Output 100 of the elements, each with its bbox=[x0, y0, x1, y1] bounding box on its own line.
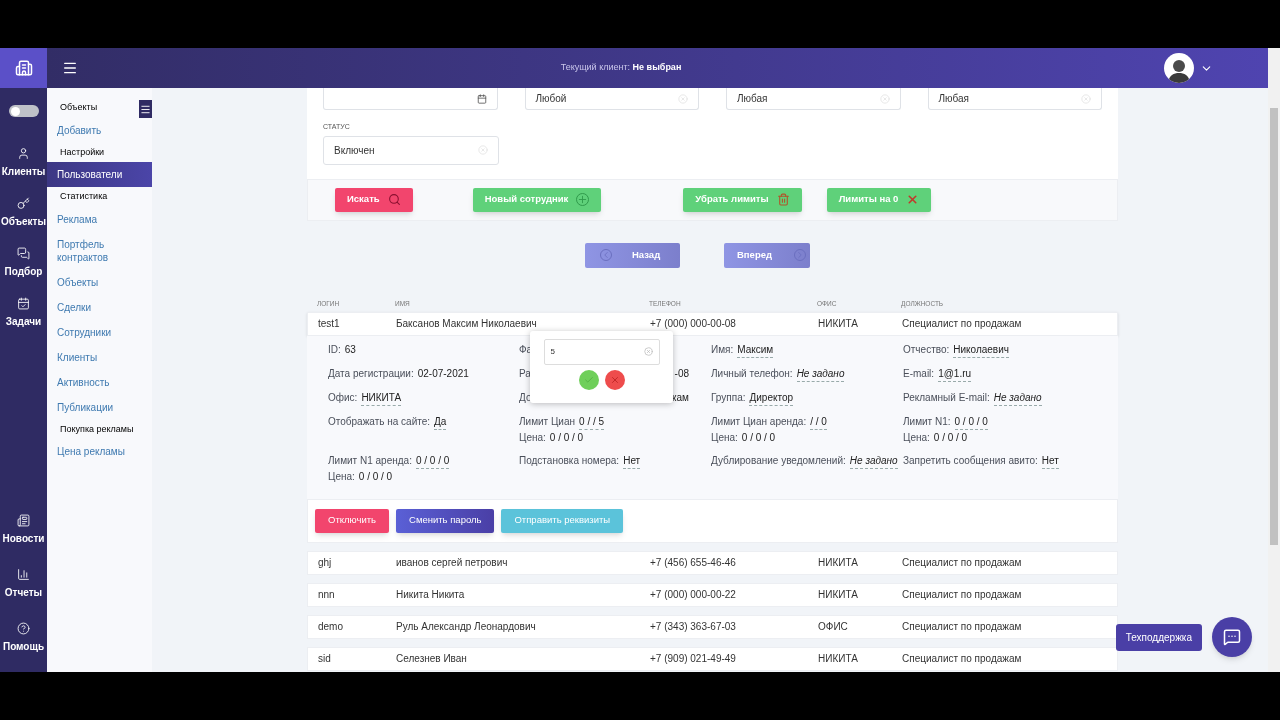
select-field[interactable]: Любая bbox=[726, 88, 901, 110]
field-value[interactable]: Максим bbox=[737, 341, 774, 358]
menu-icon[interactable] bbox=[62, 60, 78, 76]
rail-item[interactable]: Объекты bbox=[0, 197, 47, 229]
value-input[interactable]: 5 bbox=[543, 338, 660, 365]
key-icon bbox=[17, 197, 30, 210]
submenu-item[interactable]: Публикации bbox=[47, 394, 152, 420]
scrollbar-thumb[interactable] bbox=[1270, 108, 1278, 545]
chat-button[interactable] bbox=[1212, 617, 1252, 657]
status-select[interactable]: Включен bbox=[323, 135, 499, 165]
field-value: 0 / 0 / 0 bbox=[549, 430, 584, 445]
table-cell-text: ОФИС bbox=[818, 620, 849, 634]
field-value[interactable]: Николаевич bbox=[953, 341, 1009, 358]
field-label: Лимит Циан bbox=[519, 414, 576, 429]
table-cell-text: test1 bbox=[318, 317, 341, 331]
trash-icon bbox=[776, 193, 790, 206]
table-cell-text: +7 (456) 655-46-46 bbox=[650, 556, 737, 570]
rail-item[interactable]: Помощь bbox=[0, 622, 47, 654]
field-value[interactable]: 0 / 0 / 0 bbox=[954, 413, 988, 430]
field-label: Подстановка номера: bbox=[519, 453, 620, 468]
help-icon bbox=[17, 622, 30, 635]
submenu-item[interactable]: Портфель контрактов bbox=[47, 231, 152, 270]
submenu-item[interactable]: Сотрудники bbox=[47, 319, 152, 345]
search-icon bbox=[387, 193, 401, 206]
table-cell-text: иванов сергей петрович bbox=[396, 556, 509, 570]
action-button[interactable]: Искать bbox=[335, 187, 413, 212]
table-cell-text: НИКИТА bbox=[818, 652, 859, 666]
submenu-item[interactable]: Добавить bbox=[47, 117, 152, 143]
field-label: E-mail: bbox=[903, 366, 935, 381]
table-row[interactable]: ghj иванов сергей петрович +7 (456) 655-46-46 НИКИТА Специалист по продажам bbox=[307, 550, 1118, 575]
client-label: Текущий клиент: bbox=[560, 62, 632, 73]
table-row[interactable]: sid Селезнев Иван +7 (909) 021-49-49 НИКИТА Специалист по продажам bbox=[307, 646, 1118, 671]
chat-icon bbox=[17, 247, 30, 260]
calendar-check-icon bbox=[17, 297, 30, 310]
select-field[interactable]: Любой bbox=[524, 88, 699, 110]
field-value[interactable]: Не задано bbox=[796, 365, 845, 382]
menu-heading: Покупка рекламы bbox=[60, 422, 134, 436]
avatar[interactable] bbox=[1164, 53, 1194, 83]
table-cell-text: Специалист по продажам bbox=[902, 620, 1023, 634]
field-value[interactable]: Да bbox=[434, 413, 447, 430]
close-icon bbox=[609, 374, 620, 385]
field-label: Офис: bbox=[328, 390, 358, 405]
scrollbar[interactable] bbox=[1268, 48, 1280, 672]
table-cell-text: Никита Никита bbox=[396, 588, 466, 602]
toggle-switch[interactable] bbox=[8, 105, 39, 117]
field-value[interactable]: / / 0 bbox=[810, 413, 827, 430]
table-cell-text: +7 (909) 021-49-49 bbox=[650, 652, 737, 666]
submenu-item[interactable]: Пользователи bbox=[47, 162, 152, 187]
rail-item[interactable]: Новости bbox=[0, 514, 47, 546]
field-label: Дата регистрации: bbox=[328, 366, 414, 381]
table-cell-text: Специалист по продажам bbox=[902, 317, 1023, 331]
field-label: Группа: bbox=[711, 390, 746, 405]
date-field[interactable] bbox=[323, 88, 498, 110]
select-field[interactable]: Любая bbox=[927, 88, 1102, 110]
table-row[interactable]: demo Руль Александр Леонардович +7 (343) 363-67-03 ОФИС Специалист по продажам bbox=[307, 614, 1118, 639]
field-value[interactable]: Не задано bbox=[849, 452, 898, 469]
field-value[interactable]: НИКИТА bbox=[361, 389, 402, 406]
client-value: Не выбран bbox=[632, 62, 682, 73]
submenu-item[interactable]: Реклама bbox=[47, 206, 152, 232]
menu-heading: Объекты bbox=[60, 101, 98, 114]
submenu-item[interactable]: Объекты bbox=[47, 269, 152, 295]
table-cell-text: +7 (000) 000-00-08 bbox=[650, 317, 737, 331]
field-value[interactable]: 1@1.ru bbox=[938, 365, 972, 382]
field-value[interactable]: Нет bbox=[1041, 452, 1059, 469]
field-value: -08 bbox=[674, 366, 689, 381]
submenu-item[interactable]: Цена рекламы bbox=[47, 439, 152, 464]
submenu-item[interactable]: Сделки bbox=[47, 294, 152, 320]
clear-icon bbox=[643, 347, 653, 356]
logo[interactable] bbox=[0, 48, 47, 88]
field-value[interactable]: Директор bbox=[749, 389, 794, 406]
field-value[interactable]: 0 / 0 / 0 bbox=[415, 452, 450, 469]
newspaper-icon bbox=[17, 514, 30, 527]
field-value[interactable]: Нет bbox=[623, 452, 641, 469]
table-row[interactable]: nnn Никита Никита +7 (000) 000-00-22 НИКИТА Специалист по продажам bbox=[307, 582, 1118, 607]
table-cell-text: Специалист по продажам bbox=[902, 588, 1023, 602]
submenu-item[interactable]: Активность bbox=[47, 369, 152, 395]
submenu-item[interactable]: Клиенты bbox=[47, 344, 152, 370]
table-cell-text: +7 (343) 363-67-03 bbox=[650, 620, 737, 634]
field-label: Лимит N1: bbox=[903, 414, 951, 429]
table-cell-text: НИКИТА bbox=[818, 556, 859, 570]
rail-item[interactable]: Подбор bbox=[0, 247, 47, 279]
building-icon bbox=[14, 59, 33, 77]
table-cell-text: Руль Александр Леонардович bbox=[396, 620, 537, 634]
menu-toggle-button[interactable] bbox=[139, 100, 152, 118]
table-row[interactable]: test1 Баксанов Максим Николаевич +7 (000) 000-00-08 НИКИТА Специалист по продажам bbox=[307, 311, 1118, 336]
field-value[interactable]: Не задано bbox=[993, 389, 1042, 406]
rail-item[interactable]: Отчеты bbox=[0, 568, 47, 600]
rail-item[interactable]: Задачи bbox=[0, 297, 47, 329]
field-label: Лимит Циан аренда: bbox=[711, 414, 807, 429]
field-label: Имя: bbox=[711, 342, 734, 357]
rail-item[interactable]: Клиенты bbox=[0, 147, 47, 179]
field-label: Отображать на сайте: bbox=[328, 414, 431, 429]
cancel-button[interactable] bbox=[604, 369, 625, 390]
table-cell-text: sid bbox=[318, 652, 332, 666]
menu-heading: Статистика bbox=[60, 190, 108, 203]
table-cell-text: Селезнев Иван bbox=[396, 652, 468, 666]
support-button[interactable]: Техподдержка bbox=[1115, 623, 1202, 651]
action-button[interactable]: Отключить bbox=[315, 508, 390, 533]
field-value[interactable]: 0 / / 5 bbox=[579, 413, 605, 430]
action-button[interactable]: Сменить пароль bbox=[396, 508, 495, 533]
